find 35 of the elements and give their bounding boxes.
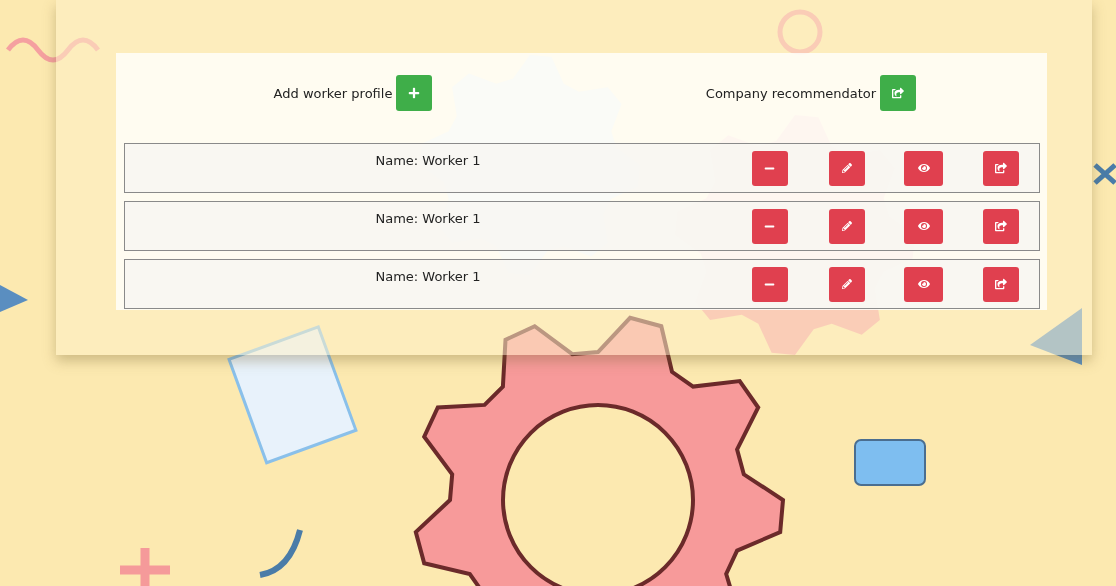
action-label: Add worker profile: [273, 85, 393, 101]
edit-button[interactable]: [828, 266, 865, 302]
action-label: Company recommendator: [705, 85, 877, 101]
curve-drawing: [259, 529, 303, 578]
share-icon: [892, 87, 905, 99]
remove-button[interactable]: [751, 266, 788, 302]
cross-drawing: [1092, 162, 1116, 186]
share-button[interactable]: [880, 75, 917, 111]
worker-name: Name: Worker 1: [375, 153, 481, 169]
share-icon: [994, 162, 1007, 174]
view-button[interactable]: [904, 150, 943, 186]
pencil-icon: [841, 279, 852, 289]
ring-drawing: [777, 9, 823, 55]
edit-button[interactable]: [828, 150, 865, 186]
pencil-icon: [841, 163, 852, 173]
view-button[interactable]: [904, 208, 943, 244]
eye-icon: [917, 162, 930, 174]
eye-icon: [917, 278, 930, 290]
eye-icon: [917, 220, 930, 232]
plus-icon: [408, 87, 421, 99]
worker-name: Name: Worker 1: [375, 211, 481, 227]
pencil-icon: [841, 221, 852, 231]
remove-button[interactable]: [751, 208, 788, 244]
triangle-drawing: [1030, 308, 1082, 365]
remove-button[interactable]: [751, 150, 788, 186]
add-button[interactable]: [396, 75, 433, 111]
share-button[interactable]: [982, 266, 1019, 302]
view-button[interactable]: [904, 266, 943, 302]
edit-button[interactable]: [828, 208, 865, 244]
share-button[interactable]: [982, 150, 1019, 186]
share-icon: [994, 220, 1007, 232]
triangle-drawing: [0, 285, 28, 312]
share-button[interactable]: [982, 208, 1019, 244]
worker-name: Name: Worker 1: [375, 269, 481, 285]
share-icon: [994, 278, 1007, 290]
